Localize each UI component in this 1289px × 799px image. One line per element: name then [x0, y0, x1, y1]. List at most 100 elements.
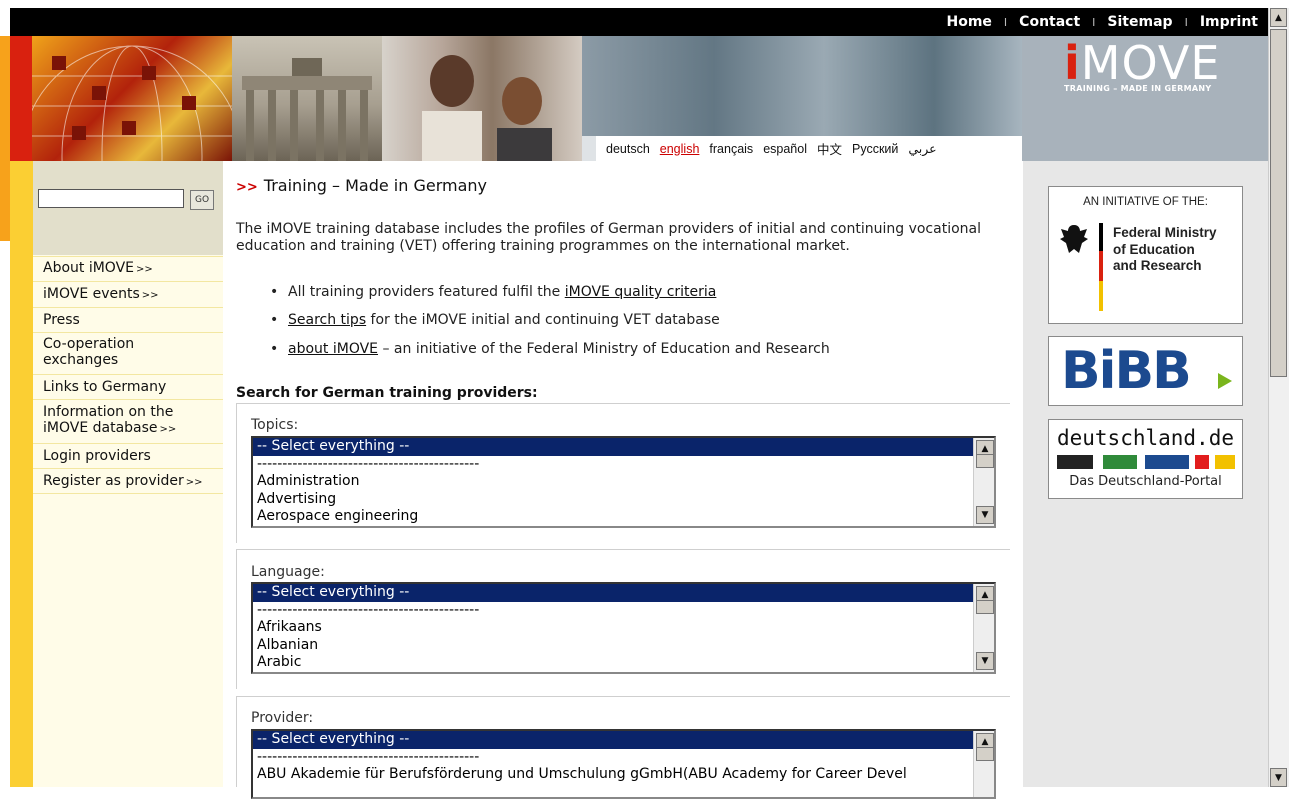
nav-home-link[interactable]: Home [947, 14, 992, 30]
listbox-scrollbar[interactable]: ▲ ▼ [973, 438, 994, 526]
sidebar-item-links-to-germany[interactable]: Links to Germany [33, 374, 223, 399]
list-option[interactable]: Aerospace engineering [253, 508, 994, 526]
sidebar-item-label: Login providers [43, 448, 151, 464]
sidebar-item-label: Press [43, 312, 80, 328]
deutschland-de-box[interactable]: deutschland.de Das Deutschland-Portal [1048, 419, 1243, 499]
ministry-name: Federal Ministry of Education and Resear… [1113, 225, 1217, 275]
sidebar-item-imove-events[interactable]: iMOVE events >> [33, 281, 223, 307]
scroll-down-icon[interactable]: ▼ [1270, 768, 1287, 787]
eagle-icon [1060, 225, 1088, 253]
globe-image [21, 36, 243, 161]
list-option[interactable]: -- Select everything -- [253, 584, 994, 602]
flag-black-bar [1099, 223, 1103, 251]
lang-deutsch-link[interactable]: deutsch [606, 142, 650, 156]
lang-chinese-link[interactable]: 中文 [817, 139, 842, 158]
nav-contact-link[interactable]: Contact [1019, 14, 1080, 30]
intro-text: The iMOVE training database includes the… [236, 221, 981, 254]
divider [236, 403, 1010, 404]
listbox-scrollbar[interactable]: ▲ [973, 731, 994, 797]
list-option[interactable]: ----------------------------------------… [253, 602, 994, 620]
sidebar-item-co-operation-exchanges[interactable]: Co-operation exchanges [33, 332, 223, 374]
list-option[interactable]: Afrikaans [253, 619, 994, 637]
page-title: >> Training – Made in Germany [236, 176, 487, 195]
language-listbox[interactable]: -- Select everything -- ----------------… [251, 582, 996, 674]
quality-criteria-link[interactable]: iMOVE quality criteria [565, 284, 717, 300]
nav-separator: I [1184, 15, 1188, 29]
scroll-thumb[interactable] [1270, 29, 1287, 377]
color-bar-black [1057, 455, 1093, 469]
about-imove-link[interactable]: about iMOVE [288, 341, 378, 357]
globe-grid-graphic [21, 45, 243, 161]
sidebar-item-information-on-database[interactable]: Information on the iMOVE database >> [33, 399, 223, 443]
nav-sitemap-link[interactable]: Sitemap [1107, 14, 1172, 30]
lang-russian-link[interactable]: Русский [852, 142, 898, 156]
bullet-quality-criteria: • All training providers featured fulfil … [270, 284, 717, 300]
initiative-caption: AN INITIATIVE OF THE: [1083, 196, 1208, 208]
imove-logo[interactable]: iMOVE [1064, 36, 1220, 90]
list-option[interactable]: Albanian [253, 637, 994, 655]
lang-espanol-link[interactable]: español [763, 142, 807, 156]
list-option[interactable]: -- Select everything -- [253, 438, 994, 456]
divider [236, 696, 1010, 697]
lang-francais-link[interactable]: français [709, 142, 753, 156]
list-option[interactable]: -- Select everything -- [253, 731, 994, 749]
bullet-text: – an initiative of the Federal Ministry … [378, 341, 830, 357]
box-border [236, 696, 237, 787]
provider-listbox[interactable]: -- Select everything -- ----------------… [251, 729, 996, 799]
provider-label: Provider: [251, 710, 314, 726]
sidebar-item-label: Register as provider [43, 473, 184, 489]
nav-separator: I [1092, 15, 1096, 29]
search-input[interactable] [38, 189, 184, 208]
left-yellow-bar [10, 161, 33, 787]
bullet-about-imove: • about iMOVE – an initiative of the Fede… [270, 341, 830, 357]
list-option[interactable]: Administration [253, 473, 994, 491]
chevron-right-icon: >> [236, 180, 258, 195]
bullet-text: All training providers featured fulfil t… [288, 284, 565, 300]
list-option[interactable]: Arabic [253, 654, 994, 672]
sidebar-item-label: iMOVE events [43, 286, 140, 302]
sidebar-item-about-imove[interactable]: About iMOVE >> [33, 256, 223, 280]
topics-label: Topics: [251, 417, 299, 433]
bmbf-initiative-box[interactable]: AN INITIATIVE OF THE: Federal Ministry o… [1048, 186, 1243, 324]
go-button[interactable]: GO [190, 190, 214, 210]
list-option[interactable]: Advertising [253, 491, 994, 509]
scroll-up-icon[interactable]: ▲ [1270, 8, 1287, 27]
sidebar-item-label: Co-operation exchanges [43, 336, 135, 368]
list-option[interactable]: ----------------------------------------… [253, 749, 994, 767]
bullet-text: for the iMOVE initial and continuing VET… [366, 312, 720, 328]
bullet-dot-icon: • [270, 312, 279, 328]
deutschland-de-subtitle: Das Deutschland-Portal [1069, 474, 1222, 489]
scroll-down-icon[interactable]: ▼ [976, 506, 994, 524]
nav-imprint-link[interactable]: Imprint [1200, 14, 1258, 30]
sidebar-item-register-as-provider[interactable]: Register as provider >> [33, 468, 223, 494]
box-border [236, 549, 237, 689]
brandenburg-gate-image [232, 36, 382, 161]
scroll-thumb[interactable] [976, 747, 994, 761]
banner-red-strip [10, 36, 32, 161]
gate-graphic [242, 58, 372, 161]
logo-i: i [1064, 36, 1081, 90]
search-tips-link[interactable]: Search tips [288, 312, 366, 328]
listbox-scrollbar[interactable]: ▲ ▼ [973, 584, 994, 672]
arrow-icon: >> [141, 290, 159, 301]
list-option[interactable]: ABU Akademie für Berufsförderung und Ums… [253, 766, 994, 784]
scroll-thumb[interactable] [976, 600, 994, 614]
scroll-thumb[interactable] [976, 454, 994, 468]
bibb-logo-box[interactable]: BiBB [1048, 336, 1243, 406]
color-bar-gold [1215, 455, 1235, 469]
sidebar-item-press[interactable]: Press [33, 307, 223, 332]
lang-arabic-link[interactable]: عربي [908, 141, 936, 156]
search-section-title: Search for German training providers: [236, 385, 538, 401]
flag-red-bar [1099, 251, 1103, 281]
top-nav: Home I Contact I Sitemap I Imprint [947, 8, 1259, 36]
lang-english-link[interactable]: english [660, 142, 700, 156]
play-arrow-icon [1218, 373, 1232, 389]
color-bar-red [1195, 455, 1209, 469]
scroll-down-icon[interactable]: ▼ [976, 652, 994, 670]
topics-listbox[interactable]: -- Select everything -- ----------------… [251, 436, 996, 528]
sidebar-item-login-providers[interactable]: Login providers [33, 443, 223, 468]
logo-tagline: TRAINING – MADE IN GERMANY [1064, 84, 1212, 93]
list-option[interactable]: ----------------------------------------… [253, 456, 994, 474]
flag-gold-bar [1099, 281, 1103, 311]
sidebar-item-label: Links to Germany [43, 379, 167, 395]
